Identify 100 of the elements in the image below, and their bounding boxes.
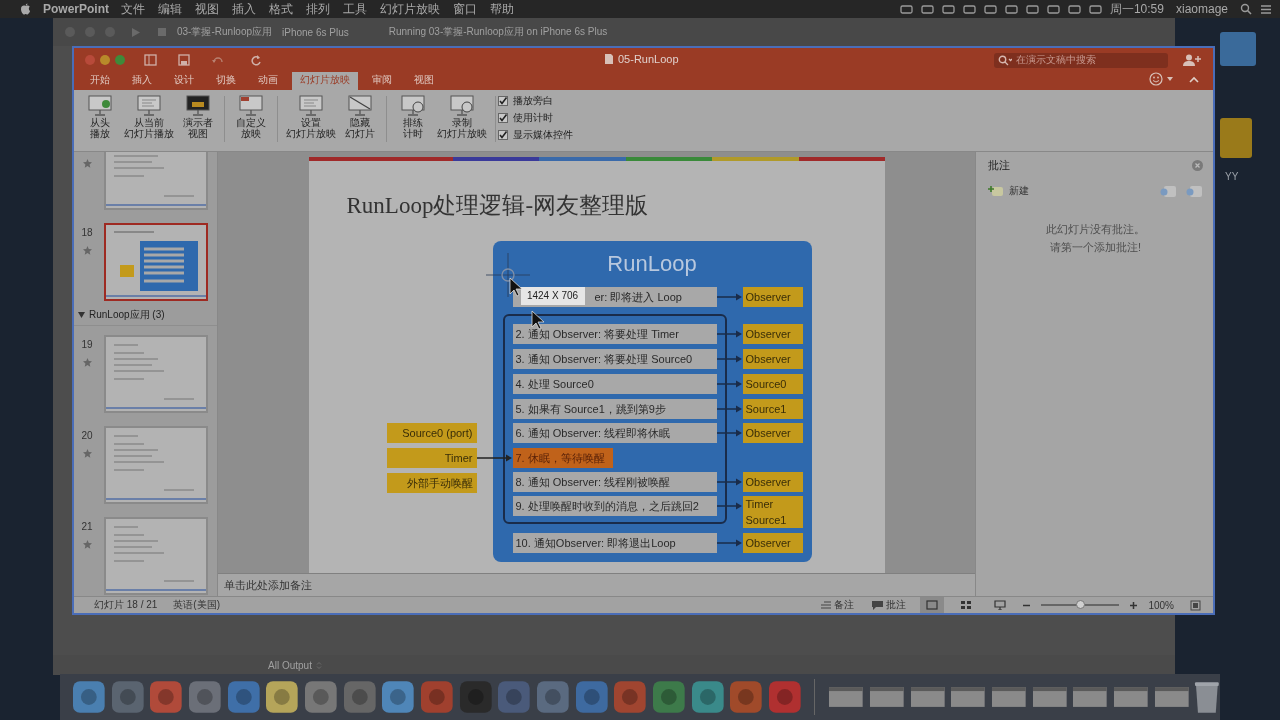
status-icon[interactable] — [1046, 3, 1060, 15]
minimize-button[interactable] — [100, 55, 110, 65]
app-icon[interactable] — [265, 680, 299, 714]
menu-item[interactable]: 文件 — [121, 0, 145, 18]
menu-item[interactable]: 幻灯片放映 — [380, 0, 440, 18]
ribbon-tab[interactable]: 动画 — [250, 70, 286, 90]
ribbon-tab[interactable]: 开始 — [82, 70, 118, 90]
checkbox-label[interactable]: 使用计时 — [513, 111, 553, 125]
view-button[interactable] — [920, 597, 945, 613]
checkbox-label[interactable]: 显示媒体控件 — [513, 128, 573, 142]
menu-item[interactable]: 视图 — [195, 0, 219, 18]
window-thumbnail-icon[interactable] — [869, 684, 905, 710]
slide-thumbnail[interactable] — [104, 152, 208, 210]
device-selector[interactable]: iPhone 6s Plus — [282, 26, 349, 38]
close-icon[interactable] — [1192, 159, 1203, 171]
ribbon-tab[interactable]: 切换 — [208, 70, 244, 90]
slide-thumbnail[interactable] — [104, 335, 208, 413]
ribbon-button[interactable]: 录制 幻灯片放映 — [435, 94, 489, 139]
output-filter[interactable]: All Output — [268, 659, 312, 671]
section-header[interactable]: RunLoop应用 (3) — [74, 308, 217, 326]
search-icon[interactable] — [1240, 3, 1252, 15]
ribbon-tab[interactable]: 审阅 — [364, 70, 400, 90]
app-icon[interactable] — [187, 680, 222, 714]
scheme-selector[interactable]: 03-掌握-Runloop应用 — [177, 25, 273, 39]
ribbon-button[interactable]: 设置 幻灯片放映 — [284, 94, 338, 139]
zoom-level[interactable]: 100% — [1148, 599, 1174, 611]
status-icon[interactable] — [899, 3, 913, 15]
menu-item[interactable]: 排列 — [306, 0, 330, 18]
app-icon[interactable] — [574, 680, 609, 714]
ribbon-button[interactable]: 隐藏 幻灯片 — [340, 94, 380, 139]
search-field[interactable]: 在演示文稿中搜索 — [994, 52, 1168, 68]
app-icon[interactable] — [72, 680, 106, 714]
app-icon[interactable] — [226, 680, 261, 714]
menu-item[interactable]: 帮助 — [490, 0, 514, 18]
ribbon-tab[interactable]: 插入 — [124, 70, 160, 90]
new-comment-button[interactable]: 新建 — [988, 184, 1029, 198]
window-thumbnail-icon[interactable] — [1153, 684, 1190, 710]
app-icon[interactable] — [535, 680, 570, 714]
apple-icon[interactable] — [20, 3, 31, 15]
status-icon[interactable] — [1004, 3, 1018, 15]
zoom-in-icon[interactable] — [1129, 600, 1139, 610]
save-icon[interactable] — [178, 54, 190, 66]
app-icon[interactable] — [110, 680, 145, 714]
window-thumbnail-icon[interactable] — [828, 684, 865, 710]
slide-thumbnail[interactable] — [104, 223, 208, 301]
menu-icon[interactable] — [1260, 3, 1272, 15]
window-thumbnail-icon[interactable] — [1112, 684, 1149, 710]
language-indicator[interactable]: 英语(美国) — [173, 598, 221, 612]
ribbon-tab[interactable]: 视图 — [406, 70, 442, 90]
status-icon[interactable] — [1025, 3, 1039, 15]
slide-thumbnail[interactable] — [104, 426, 208, 504]
status-icon[interactable] — [983, 3, 997, 15]
checkbox[interactable] — [498, 130, 508, 140]
menu-item[interactable]: 格式 — [269, 0, 293, 18]
checkbox[interactable] — [498, 96, 508, 106]
smiley-icon[interactable] — [1149, 72, 1163, 86]
checkbox-label[interactable]: 播放旁白 — [513, 94, 553, 108]
status-icon[interactable] — [920, 3, 934, 15]
ribbon-tab[interactable]: 设计 — [166, 70, 202, 90]
app-icon[interactable] — [303, 680, 338, 714]
checkbox[interactable] — [498, 113, 508, 123]
user-name[interactable]: xiaomage — [1175, 2, 1228, 16]
status-icon[interactable] — [1067, 3, 1081, 15]
menu-item[interactable]: 编辑 — [158, 0, 182, 18]
redo-icon[interactable] — [250, 54, 262, 66]
fit-window-icon[interactable] — [1190, 599, 1201, 611]
ribbon-button[interactable]: 演示者 视图 — [178, 94, 218, 139]
app-icon[interactable] — [690, 680, 725, 714]
status-icon[interactable] — [962, 3, 976, 15]
comments-button[interactable]: 批注 — [868, 598, 911, 612]
app-icon[interactable] — [149, 680, 183, 714]
disclosure-icon[interactable] — [78, 312, 85, 318]
menu-item[interactable]: 插入 — [232, 0, 256, 18]
ribbon-button[interactable]: 自定义 放映 — [231, 94, 271, 139]
ribbon-button[interactable]: 从头 播放 — [80, 94, 120, 139]
caret-icon[interactable] — [1167, 77, 1173, 81]
app-icon[interactable] — [729, 680, 763, 714]
trash-icon[interactable] — [1194, 680, 1220, 714]
app-menu[interactable]: PowerPoint — [43, 2, 109, 16]
window-thumbnail-icon[interactable] — [1072, 684, 1108, 710]
notes-placeholder[interactable]: 单击此处添加备注 — [224, 577, 312, 593]
stop-icon[interactable] — [157, 27, 167, 37]
app-icon[interactable] — [651, 680, 686, 714]
slide-thumbnail[interactable] — [104, 517, 208, 595]
share-icon[interactable] — [1183, 54, 1201, 66]
app-icon[interactable] — [342, 680, 377, 714]
menu-item[interactable]: 窗口 — [453, 0, 477, 18]
status-icon[interactable] — [941, 3, 955, 15]
menu-item[interactable]: 工具 — [343, 0, 367, 18]
window-thumbnail-icon[interactable] — [909, 684, 946, 710]
window-thumbnail-icon[interactable] — [950, 684, 986, 710]
collapse-icon[interactable] — [1189, 75, 1199, 83]
ribbon-button[interactable]: 从当前 幻灯片播放 — [122, 94, 176, 139]
window-thumbnail-icon[interactable] — [1031, 684, 1068, 710]
sidebar-icon[interactable] — [144, 54, 157, 66]
clock[interactable]: 周一10:59 — [1109, 0, 1164, 18]
play-icon[interactable] — [131, 26, 141, 38]
zoom-button[interactable] — [115, 55, 125, 65]
notes-button[interactable]: 备注 — [817, 598, 859, 612]
ribbon-button[interactable]: 排练 计时 — [393, 94, 433, 139]
